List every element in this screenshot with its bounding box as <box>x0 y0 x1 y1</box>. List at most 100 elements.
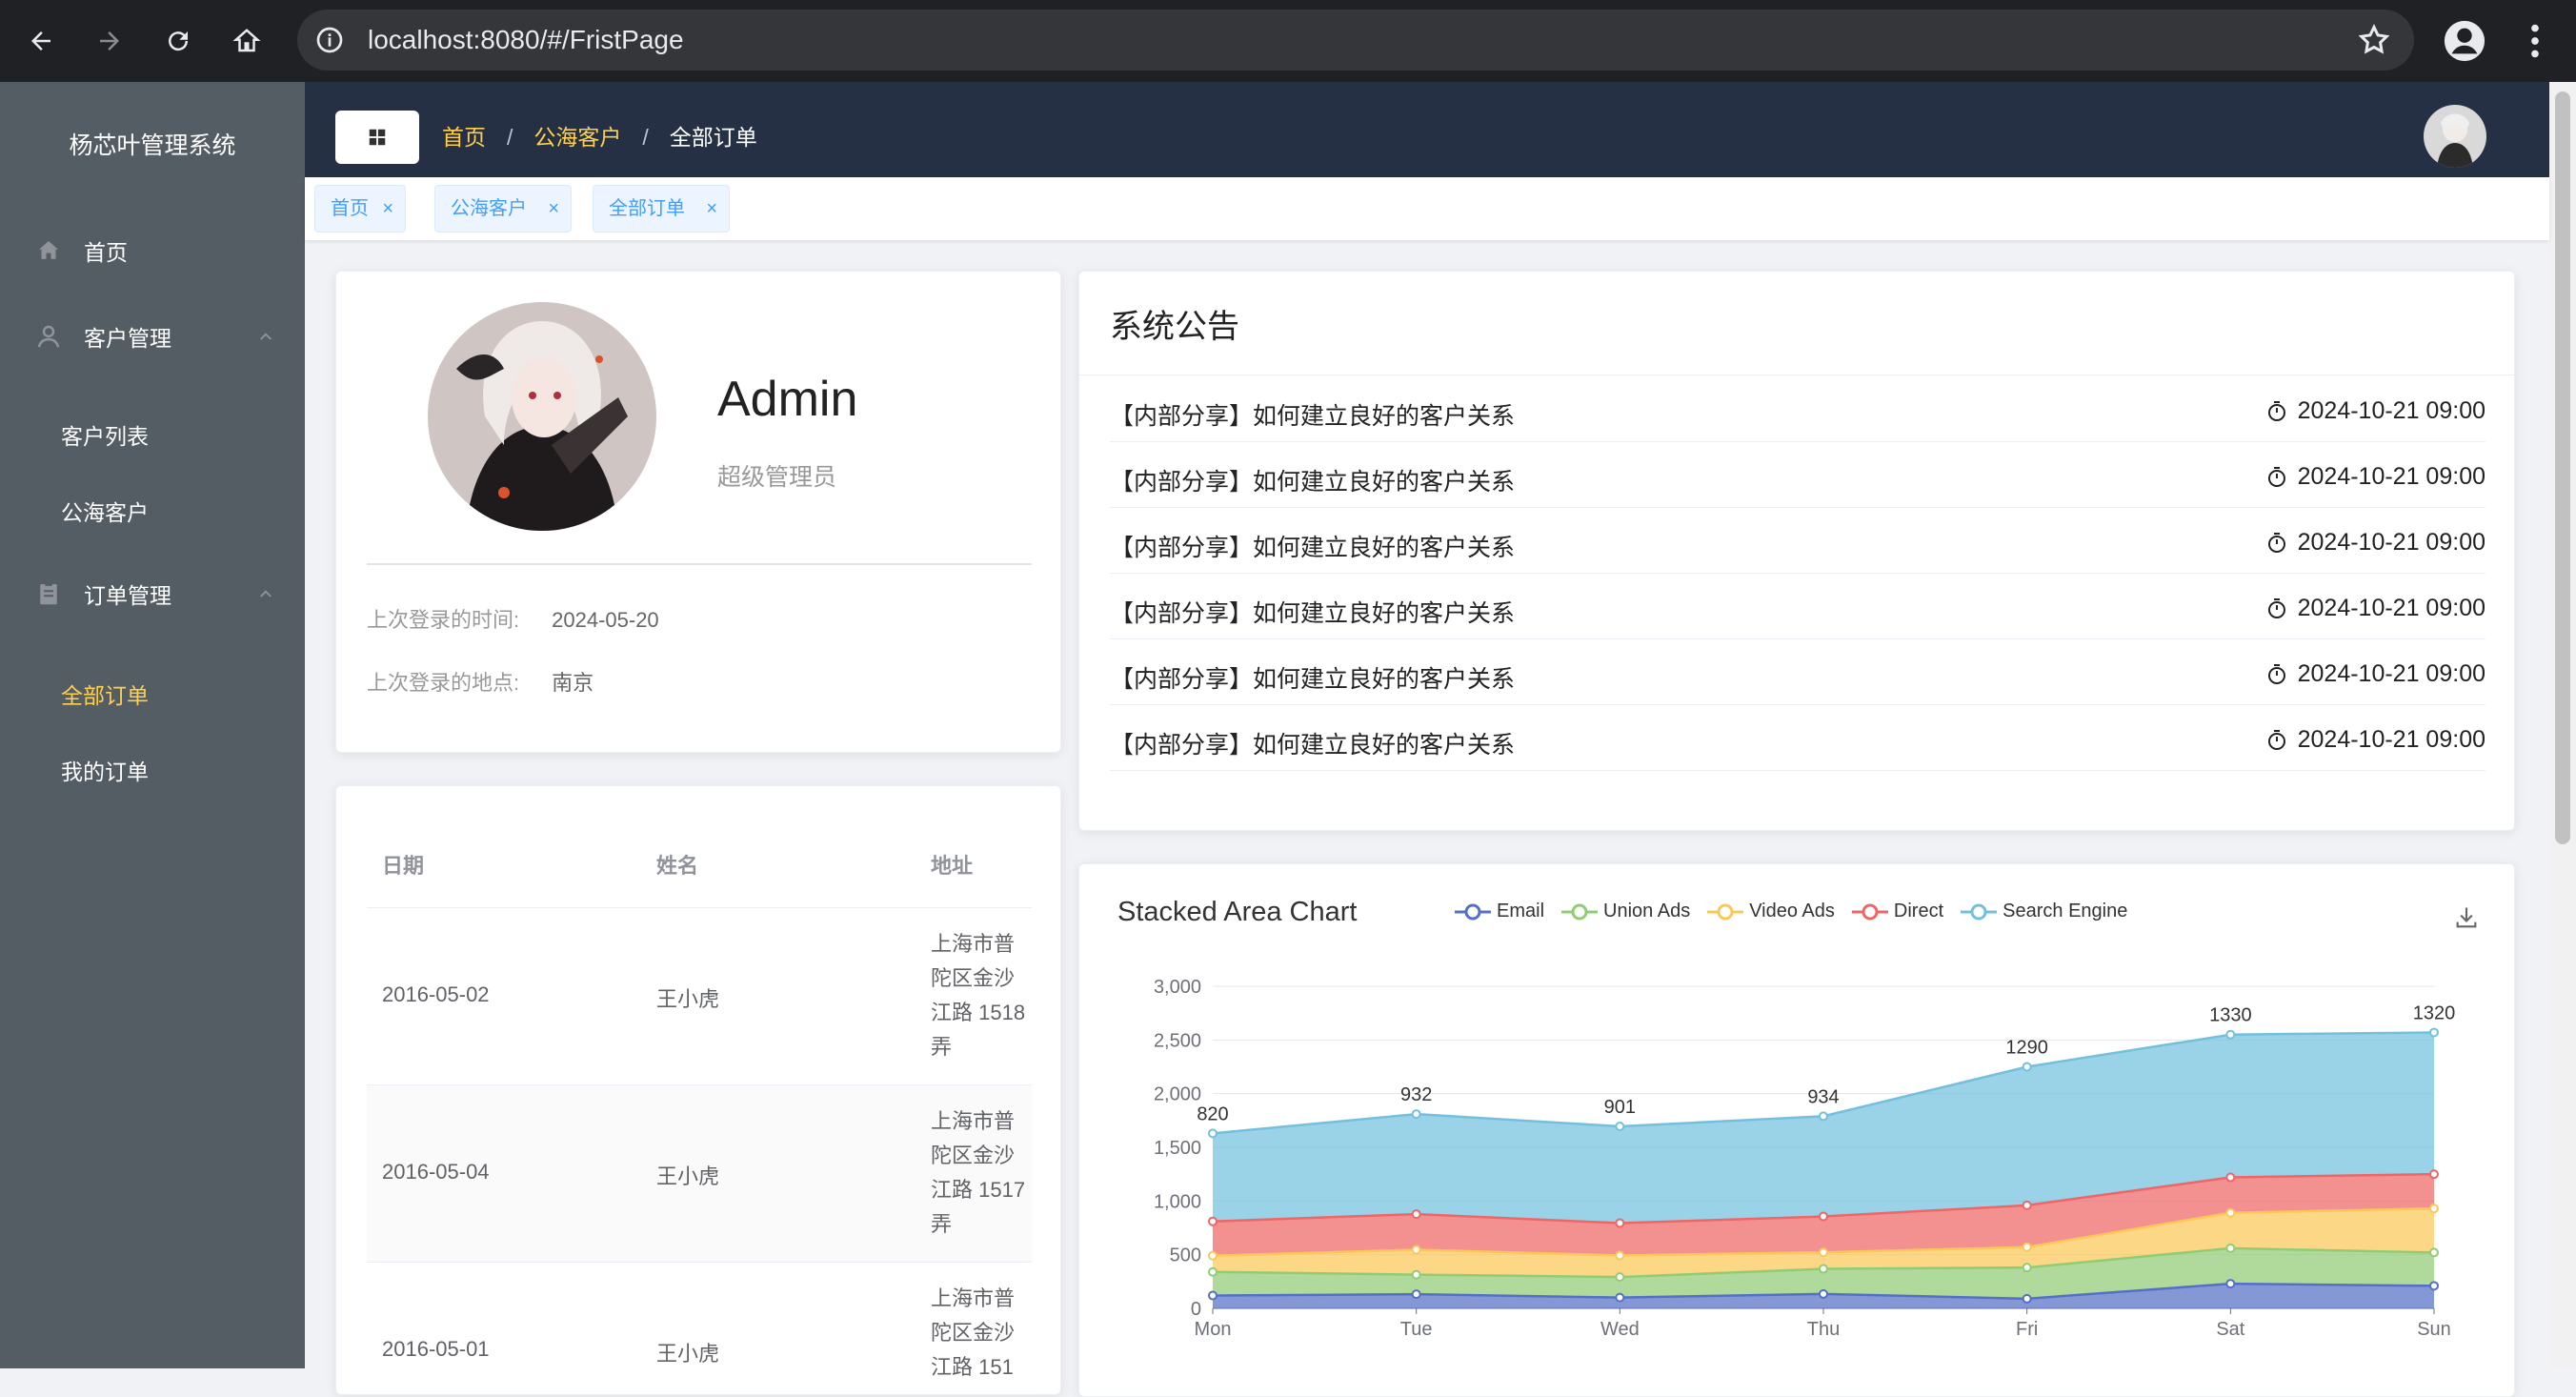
orders-table-card: 日期 姓名 地址 2016-05-02 王小虎 上海市普陀区金沙江路 1518 … <box>335 785 1061 1395</box>
y-tick-label: 3,000 <box>1154 977 1201 998</box>
announcement-time: 2024-10-21 09:00 <box>2265 397 2485 425</box>
data-label: 1330 <box>2209 1005 2252 1026</box>
announcement-text[interactable]: 【内部分享】如何建立良好的客户关系 <box>1110 529 1515 563</box>
legend-marker-icon <box>1707 903 1744 920</box>
close-icon[interactable]: × <box>548 186 559 232</box>
tag-all-orders[interactable]: 全部订单 × <box>593 185 730 233</box>
sidebar-group-orders[interactable]: 订单管理 <box>0 551 305 637</box>
data-label: 934 <box>1807 1086 1839 1107</box>
sidebar-group-customer[interactable]: 客户管理 <box>0 294 305 379</box>
announcement-time-text: 2024-10-21 09:00 <box>2297 529 2485 556</box>
announcement-text[interactable]: 【内部分享】如何建立良好的客户关系 <box>1110 463 1515 497</box>
sidebar-item-public-customers[interactable]: 公海客户 <box>0 475 305 551</box>
menu-icon[interactable] <box>2513 19 2557 63</box>
chart-legend: Email Union Ads Video Ads Direct Search Engi… <box>1455 901 2144 922</box>
data-point <box>2022 1263 2032 1273</box>
x-tick-label: Thu <box>1807 1319 1840 1340</box>
data-point <box>2429 1281 2439 1291</box>
address-bar[interactable]: localhost:8080/#/FristPage <box>297 10 2414 71</box>
reload-icon[interactable] <box>156 19 200 63</box>
data-label: 901 <box>1604 1097 1636 1118</box>
tag-public-customers[interactable]: 公海客户 × <box>434 185 572 233</box>
legend-item[interactable]: Direct <box>1851 901 1943 922</box>
announcement-time-text: 2024-10-21 09:00 <box>2297 463 2485 490</box>
legend-item[interactable]: Video Ads <box>1707 901 1835 922</box>
legend-marker-icon <box>1455 903 1491 920</box>
cell-name: 王小虎 <box>656 987 720 1011</box>
y-tick-label: 0 <box>1191 1299 1201 1320</box>
announcement-time: 2024-10-21 09:00 <box>2265 463 2485 491</box>
data-point <box>2429 1247 2439 1258</box>
tag-label: 全部订单 <box>609 198 685 219</box>
column-header-date: 日期 <box>382 854 425 878</box>
timer-icon <box>2267 597 2285 618</box>
data-point <box>1208 1250 1218 1261</box>
sidebar-item-my-orders[interactable]: 我的订单 <box>0 734 305 810</box>
sidebar-item-all-orders[interactable]: 全部订单 <box>0 658 305 734</box>
stacked-area-chart: 0 500 1,000 1,500 2,000 2,500 3,000 Mon Tue Wed Th… <box>1154 977 2456 1340</box>
legend-item[interactable]: Email <box>1455 901 1544 922</box>
announcement-item[interactable]: 【内部分享】如何建立良好的客户关系 2024-10-21 09:00 <box>1110 639 2485 705</box>
grid-icon <box>369 129 386 146</box>
chart-title: Stacked Area Chart <box>1117 897 1358 927</box>
last-login-place-value: 南京 <box>552 671 594 695</box>
announcement-item[interactable]: 【内部分享】如何建立良好的客户关系 2024-10-21 09:00 <box>1110 442 2485 508</box>
sidebar-item-home[interactable]: 首页 <box>0 208 305 294</box>
cell-date: 2016-05-01 <box>382 1337 490 1361</box>
star-icon[interactable] <box>2357 23 2391 57</box>
back-icon[interactable] <box>19 19 63 63</box>
legend-marker-icon <box>1561 903 1599 920</box>
collapse-menu-button[interactable] <box>335 111 419 164</box>
profile-icon[interactable] <box>2443 19 2486 63</box>
data-point <box>1819 1288 1828 1299</box>
timer-icon <box>2267 400 2285 421</box>
data-point <box>1208 1266 1218 1277</box>
x-tick-label: Sat <box>2216 1319 2244 1340</box>
tag-home[interactable]: 首页 × <box>314 185 406 233</box>
data-point <box>1819 1211 1828 1222</box>
announcement-text[interactable]: 【内部分享】如何建立良好的客户关系 <box>1110 595 1515 629</box>
breadcrumb-public-customers[interactable]: 公海客户 <box>533 125 621 150</box>
table-row: 2016-05-02 王小虎 上海市普陀区金沙江路 1518 弄 <box>367 908 1032 1085</box>
forward-icon[interactable] <box>88 19 131 63</box>
sidebar-group-label: 客户管理 <box>84 326 171 351</box>
sidebar-item-customer-list[interactable]: 客户列表 <box>0 398 305 475</box>
announcement-text[interactable]: 【内部分享】如何建立良好的客户关系 <box>1110 397 1515 432</box>
info-icon[interactable] <box>314 25 345 55</box>
x-tick-label: Mon <box>1195 1319 1232 1340</box>
data-label: 820 <box>1197 1103 1228 1124</box>
last-login-time-value: 2024-05-20 <box>552 608 659 632</box>
sidebar: 杨芯叶管理系统 首页 客户管理 客户列表 公海客户 订单管理 全部订单 我的订单 <box>0 82 305 1368</box>
header-avatar[interactable] <box>2424 105 2486 168</box>
breadcrumb-home[interactable]: 首页 <box>442 125 486 150</box>
x-tick-label: Tue <box>1400 1319 1433 1340</box>
announcement-title: 系统公告 <box>1110 309 1239 345</box>
data-label: 1320 <box>2413 1002 2456 1023</box>
announcement-text[interactable]: 【内部分享】如何建立良好的客户关系 <box>1110 660 1515 695</box>
legend-item[interactable]: Union Ads <box>1561 901 1690 922</box>
announcement-text[interactable]: 【内部分享】如何建立良好的客户关系 <box>1110 726 1515 760</box>
announcement-item[interactable]: 【内部分享】如何建立良好的客户关系 2024-10-21 09:00 <box>1110 705 2485 771</box>
announcement-item[interactable]: 【内部分享】如何建立良好的客户关系 2024-10-21 09:00 <box>1110 574 2485 639</box>
data-point <box>2225 1172 2236 1183</box>
close-icon[interactable]: × <box>706 186 717 232</box>
data-label: 1290 <box>2005 1038 2048 1059</box>
legend-item[interactable]: Search Engine <box>1961 901 2127 922</box>
data-point <box>1819 1264 1828 1274</box>
user-icon <box>37 325 60 348</box>
last-login-place: 上次登录的地点: 南京 <box>367 666 594 697</box>
browser-toolbar: localhost:8080/#/FristPage <box>0 0 2576 82</box>
top-header: 首页 / 公海客户 / 全部订单 <box>305 82 2549 177</box>
download-icon[interactable] <box>2453 904 2480 931</box>
close-icon[interactable]: × <box>382 186 393 232</box>
legend-label: Search Engine <box>2002 901 2128 921</box>
data-point <box>1615 1250 1625 1261</box>
url-text[interactable]: localhost:8080/#/FristPage <box>368 10 684 71</box>
announcement-item[interactable]: 【内部分享】如何建立良好的客户关系 2024-10-21 09:00 <box>1110 508 2485 574</box>
announcement-time: 2024-10-21 09:00 <box>2265 595 2485 622</box>
home-icon[interactable] <box>225 19 269 63</box>
announcement-item[interactable]: 【内部分享】如何建立良好的客户关系 2024-10-21 09:00 <box>1110 376 2485 442</box>
timer-icon <box>2267 663 2285 684</box>
data-point <box>2022 1062 2032 1072</box>
scrollbar-thumb[interactable] <box>2555 91 2570 844</box>
